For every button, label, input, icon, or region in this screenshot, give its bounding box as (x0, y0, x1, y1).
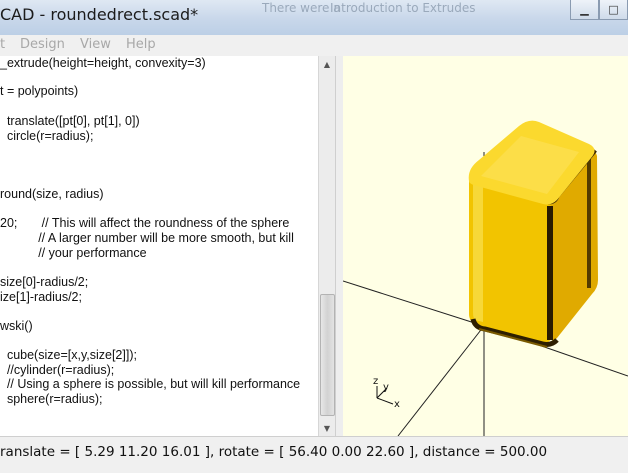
code-line: sphere(r=radius); (0, 392, 103, 406)
maximize-icon[interactable]: □ (599, 0, 628, 20)
background-window-text-2: Introduction to Extrudes (330, 1, 476, 15)
axis-z-label: z (373, 376, 378, 387)
code-line: // Using a sphere is possible, but will … (0, 377, 301, 391)
code-line: cube(size=[x,y,size[2]]); (0, 348, 137, 362)
code-line: //cylinder(r=radius); (0, 363, 115, 377)
scroll-down-icon[interactable]: ▼ (319, 420, 335, 436)
camera-status-text: ranslate = [ 5.29 11.20 16.01 ], rotate … (0, 444, 548, 460)
axis-indicator: z y x (373, 376, 400, 410)
code-line: size[0]-radius/2; (0, 275, 89, 289)
menu-edit[interactable]: t (0, 37, 5, 52)
code-line: t = polypoints) (0, 84, 79, 98)
title-bar: CAD - roundedrect.scad* There were a Int… (0, 0, 628, 35)
menu-bar: t Design View Help (0, 35, 628, 57)
code-line: // your performance (0, 246, 147, 260)
menu-design[interactable]: Design (20, 37, 65, 52)
3d-viewport[interactable]: z y x (343, 56, 628, 436)
code-line: circle(r=radius); (0, 129, 94, 143)
code-line: translate([pt[0], pt[1], 0]) (0, 114, 140, 128)
window-controls: ▁ □ (570, 0, 628, 20)
code-line: 20; // This will affect the roundness of… (0, 216, 290, 230)
code-editor[interactable]: _extrude(height=height, convexity=3) t =… (0, 56, 318, 436)
menu-view[interactable]: View (80, 37, 111, 52)
axis-x-label: x (394, 399, 400, 410)
rendered-model: z y x (343, 120, 628, 436)
scrollbar-thumb[interactable] (320, 294, 335, 416)
window-title: CAD - roundedrect.scad* (0, 5, 199, 24)
scroll-up-icon[interactable]: ▲ (319, 56, 335, 72)
minimize-icon[interactable]: ▁ (570, 0, 599, 20)
code-line: ize[1]-radius/2; (0, 290, 82, 304)
editor-scrollbar[interactable]: ▲ ▼ (318, 56, 335, 436)
menu-help[interactable]: Help (126, 37, 156, 52)
code-line: _extrude(height=height, convexity=3) (0, 56, 206, 70)
background-window-text: There were a (262, 1, 341, 15)
code-line: round(size, radius) (0, 187, 104, 201)
code-line: // A larger number will be more smooth, … (0, 231, 294, 245)
axis-y-label: y (383, 382, 389, 393)
status-bar: ranslate = [ 5.29 11.20 16.01 ], rotate … (0, 436, 628, 473)
code-line: wski() (0, 319, 33, 333)
